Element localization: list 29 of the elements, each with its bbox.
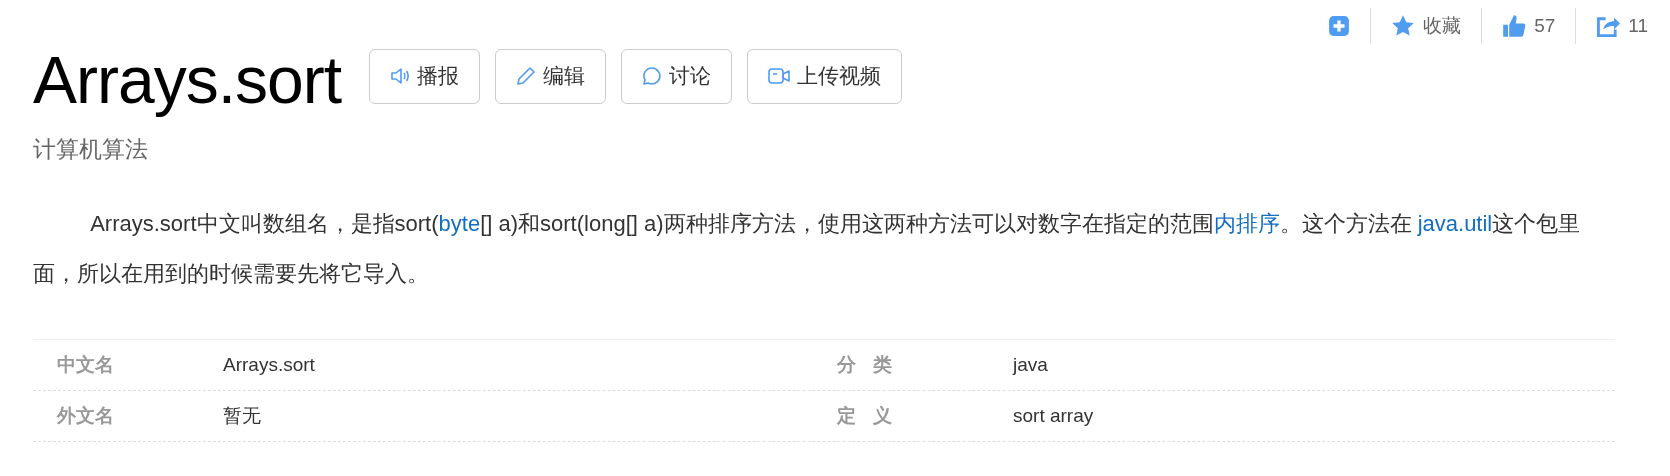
like-count: 57 bbox=[1534, 15, 1556, 37]
star-icon[interactable] bbox=[1391, 14, 1416, 38]
page-title: Arrays.sort bbox=[33, 44, 342, 116]
info-label: 分类 bbox=[836, 353, 911, 377]
info-value: 暂无 bbox=[223, 404, 262, 428]
action-button[interactable]: 上传视频 bbox=[747, 48, 903, 104]
summary-paragraph: Arrays.sort中文叫数组名，是指sort(byte[] a)和sort(long[] a)两种排序方法，使用这两种方法可以对数字在指定的范围内排序。这个方法在 java.util这个包里面，所以在用到的时候需要先将它导入。 bbox=[33, 210, 1582, 288]
info-label: 中文名 bbox=[56, 353, 115, 377]
share-count: 11 bbox=[1628, 15, 1648, 37]
action-button[interactable]: 讨论 bbox=[621, 48, 733, 104]
action-button[interactable]: 播报 bbox=[369, 48, 481, 104]
favorite-label[interactable]: 收藏 bbox=[1423, 13, 1462, 39]
info-label: 定义 bbox=[836, 404, 911, 428]
subtitle: 计算机算法 bbox=[33, 135, 149, 164]
share-icon[interactable] bbox=[1596, 14, 1621, 38]
link[interactable]: 内排序 bbox=[1213, 211, 1280, 236]
link[interactable]: java.util bbox=[1417, 211, 1493, 236]
video-camera-icon bbox=[768, 66, 791, 86]
info-value: java bbox=[1013, 354, 1049, 376]
link[interactable]: byte bbox=[438, 211, 481, 236]
action-button[interactable]: 编辑 bbox=[495, 48, 607, 104]
info-value: Arrays.sort bbox=[223, 354, 316, 376]
info-value: sort array bbox=[1013, 405, 1095, 427]
thumbs-up-icon[interactable] bbox=[1502, 14, 1527, 38]
chat-bubble-icon bbox=[642, 66, 663, 86]
pencil-icon bbox=[516, 66, 537, 86]
speaker-icon bbox=[390, 66, 411, 86]
info-label: 外文名 bbox=[55, 404, 115, 428]
add-icon[interactable] bbox=[1328, 15, 1351, 37]
